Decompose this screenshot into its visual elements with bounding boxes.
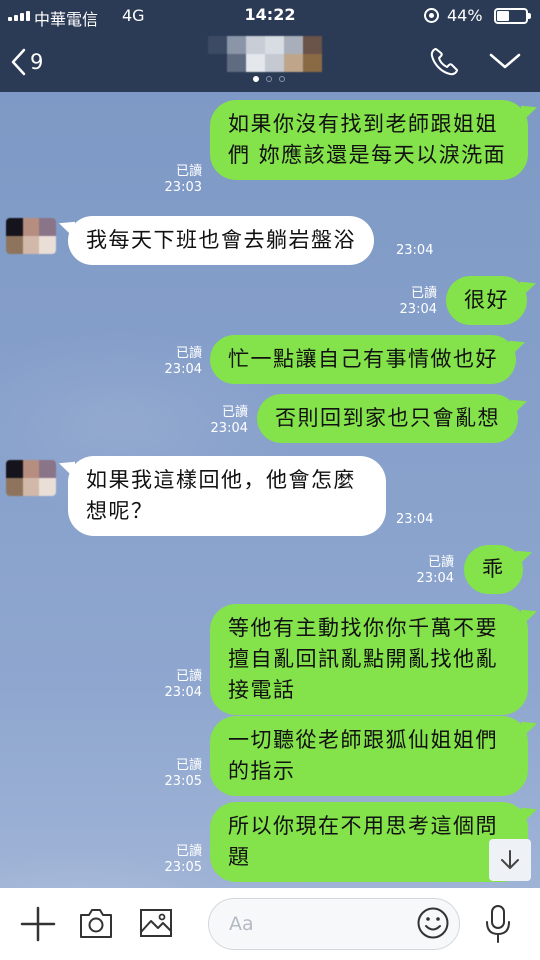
phone-icon[interactable] [428,46,460,78]
page-indicator [253,76,285,82]
read-receipt: 已讀 [221,405,248,420]
outgoing-message[interactable]: 一切聽從老師跟狐仙姐姐們的指示 [210,716,528,796]
contact-name-redacted[interactable] [208,36,322,72]
message-time: 23:05 [164,860,202,875]
message-time: 23:04 [164,685,202,700]
battery-percent: 44% [447,6,483,25]
message-meta: 已讀 23:04 [150,346,202,378]
back-chevron-icon [11,48,26,76]
message-time: 23:04 [416,571,454,586]
message-time: 23:05 [164,774,202,789]
outgoing-message[interactable]: 很好 [446,276,527,325]
read-receipt: 已讀 [410,286,437,301]
message-time: 23:03 [164,180,202,195]
avatar[interactable] [6,218,56,254]
incoming-message[interactable]: 如果我這樣回他，他會怎麼想呢？ [68,456,386,536]
message-time: 23:04 [396,512,434,527]
message-meta: 已讀 23:05 [150,758,202,790]
message-meta: 已讀 23:05 [150,844,202,876]
outgoing-message[interactable]: 乖 [464,545,523,594]
chevron-down-icon[interactable] [488,50,522,72]
outgoing-message[interactable]: 如果你沒有找到老師跟姐姐們 妳應該還是每天以淚洗面 [210,100,528,180]
message-meta: 已讀 23:04 [402,555,454,587]
plus-icon[interactable] [20,906,56,942]
outgoing-message[interactable]: 等他有主動找你你千萬不要擅自亂回訊亂點開亂找他亂接電話 [210,604,528,715]
message-meta: 已讀 23:04 [150,669,202,701]
scroll-to-bottom-button[interactable] [489,839,531,881]
message-meta: 已讀 23:04 [385,286,437,318]
microphone-icon[interactable] [484,904,512,944]
message-meta: 已讀 23:03 [150,164,202,196]
avatar[interactable] [6,460,56,496]
read-receipt: 已讀 [175,844,202,859]
lock-rotation-icon [424,8,439,23]
message-time: 23:04 [210,421,248,436]
camera-icon[interactable] [78,906,114,940]
status-bar: 中華電信 4G 14:22 44% [0,0,540,32]
message-meta: 已讀 23:04 [196,405,248,437]
read-receipt: 已讀 [175,164,202,179]
input-bar: Aa [0,888,540,960]
message-time: 23:04 [396,243,434,258]
scroll-down-arrow-icon [501,850,519,869]
unread-count: 9 [30,50,44,74]
emoji-icon[interactable] [416,906,450,940]
message-time: 23:04 [164,362,202,377]
back-button[interactable]: 9 [10,42,43,82]
read-receipt: 已讀 [175,669,202,684]
read-receipt: 已讀 [427,555,454,570]
incoming-message[interactable]: 我每天下班也會去躺岩盤浴 [68,216,374,265]
chat-area[interactable]: 已讀 23:03 如果你沒有找到老師跟姐姐們 妳應該還是每天以淚洗面 我每天下班… [0,92,540,888]
outgoing-message[interactable]: 忙一點讓自己有事情做也好 [210,335,516,384]
outgoing-message[interactable]: 所以你現在不用思考這個問題 [210,802,528,882]
outgoing-message[interactable]: 否則回到家也只會亂想 [257,394,518,443]
chat-header: 9 [0,32,540,92]
message-input-placeholder: Aa [229,913,254,935]
read-receipt: 已讀 [175,346,202,361]
battery-icon [494,8,531,24]
read-receipt: 已讀 [175,758,202,773]
image-icon[interactable] [138,906,174,940]
message-time: 23:04 [399,302,437,317]
